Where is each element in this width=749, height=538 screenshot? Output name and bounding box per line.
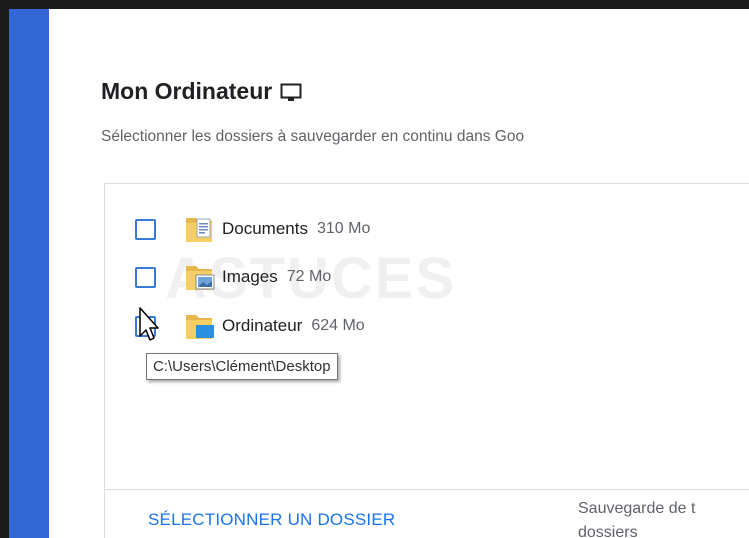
backup-info-line-1: Sauvegarde de t [578, 500, 696, 517]
folder-size: 72 Mo [286, 268, 332, 285]
backup-info-text: Sauvegarde de t dossiers [578, 497, 695, 538]
folder-size: 624 Mo [311, 317, 365, 334]
backup-info-line-2: dossiers [578, 524, 638, 538]
folder-name: Images [222, 267, 278, 286]
app-window: Mon Ordinateur Sélectionner les dossiers… [0, 0, 749, 538]
checkbox-images[interactable] [135, 266, 156, 288]
path-tooltip: C:\Users\Clément\Desktop [146, 353, 338, 380]
side-accent-bar [9, 9, 49, 538]
folder-size: 310 Mo [316, 220, 371, 237]
mouse-cursor-icon [138, 306, 162, 346]
window-left-border [0, 0, 9, 538]
folder-row-documents: Documents 310 Mo [135, 214, 370, 244]
select-folder-button[interactable]: SÉLECTIONNER UN DOSSIER [148, 510, 395, 530]
folder-row-images: Images 72 Mo [135, 262, 331, 292]
folder-row-desktop: Ordinateur 624 Mo [135, 311, 365, 341]
images-folder-icon [184, 262, 216, 292]
documents-folder-icon [184, 214, 216, 244]
folder-name: Ordinateur [222, 316, 303, 335]
page-title-text: Mon Ordinateur [101, 78, 273, 104]
folder-name: Documents [222, 219, 308, 238]
checkbox-documents[interactable] [135, 218, 156, 240]
window-top-border [0, 0, 749, 9]
desktop-folder-icon [184, 311, 216, 341]
panel-divider [104, 489, 749, 490]
page-subtitle: Sélectionner les dossiers à sauvegarder … [101, 128, 525, 145]
page-title: Mon Ordinateur [101, 78, 302, 105]
monitor-icon [280, 82, 302, 102]
